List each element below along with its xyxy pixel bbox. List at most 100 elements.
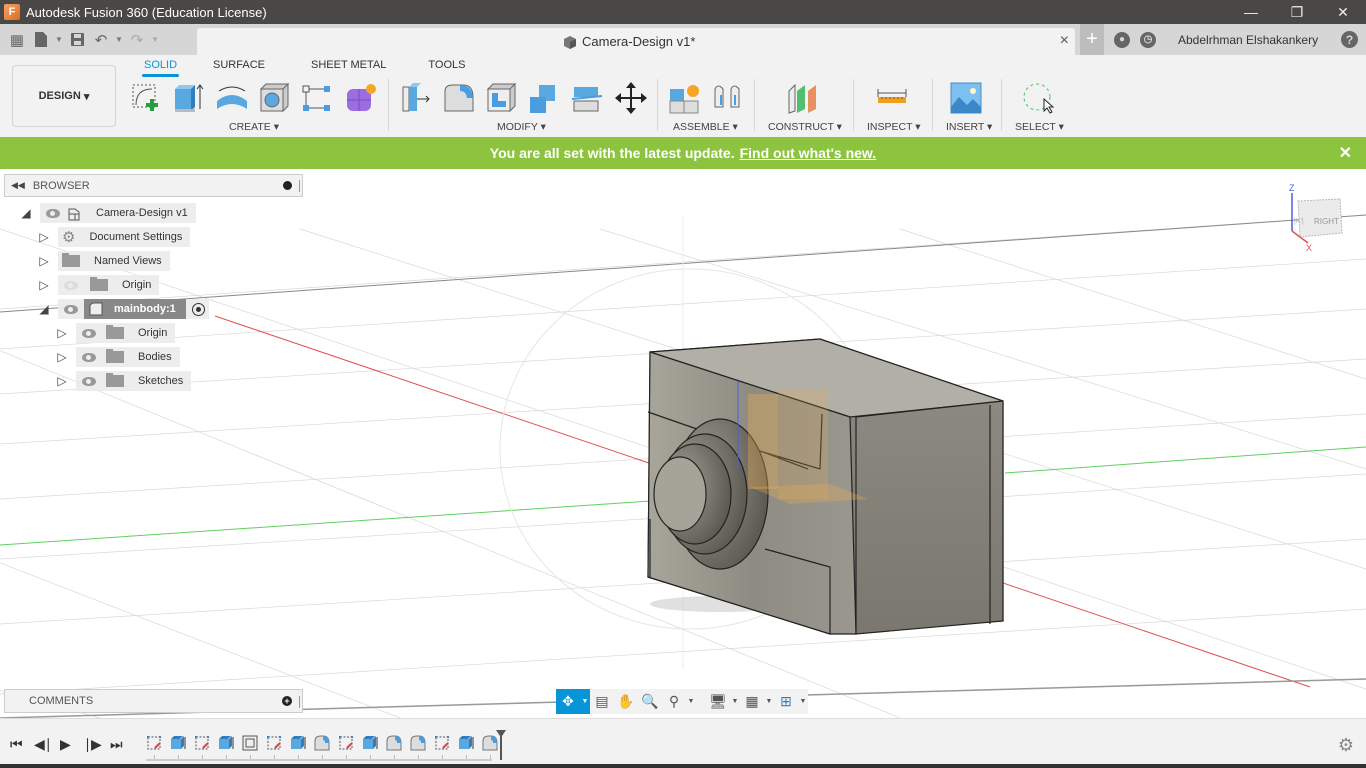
measure-icon[interactable]	[875, 81, 909, 115]
new-tab-button[interactable]: +	[1080, 24, 1104, 55]
timeline-marker[interactable]	[496, 730, 506, 760]
expanded-triangle-icon[interactable]: ◢	[20, 206, 32, 220]
insert-menu[interactable]: INSERT ▾	[946, 121, 992, 133]
undo-button[interactable]: ↶	[90, 28, 112, 52]
step-forward-icon[interactable]: ∣▶	[84, 736, 102, 753]
construct-menu[interactable]: CONSTRUCT ▾	[768, 121, 842, 133]
split-body-icon[interactable]	[570, 81, 604, 115]
tree-item-sub-origin[interactable]: ▷ Origin	[56, 323, 176, 343]
tab-surface[interactable]: SURFACE	[213, 59, 265, 75]
revolve-icon[interactable]	[215, 81, 249, 115]
shell-icon[interactable]	[485, 81, 519, 115]
job-status-icon[interactable]: ◷	[1140, 31, 1156, 48]
play-icon[interactable]: ▶	[60, 736, 71, 753]
insert-image-icon[interactable]	[949, 81, 983, 115]
orbit-dropdown-icon[interactable]: ▼	[580, 689, 590, 714]
hole-icon[interactable]	[258, 81, 292, 115]
app-grid-icon[interactable]: ▦	[6, 28, 28, 52]
fit-window-icon[interactable]: ⚲	[662, 689, 686, 714]
tab-sheet-metal[interactable]: SHEET METAL	[311, 59, 386, 75]
orbit-icon[interactable]: ✥	[556, 689, 580, 714]
save-button[interactable]	[66, 28, 88, 52]
restore-button[interactable]: ❐	[1274, 0, 1320, 24]
tree-item-origin[interactable]: ▷ Origin	[38, 275, 160, 295]
3d-canvas[interactable]	[0, 169, 1366, 718]
tab-solid[interactable]: SOLID	[141, 59, 180, 77]
timeline-feature-extrude-icon[interactable]	[170, 735, 186, 751]
timeline-feature-sketch-icon[interactable]	[194, 735, 210, 751]
step-back-icon[interactable]: ◀∣	[34, 736, 52, 753]
workspace-switcher[interactable]: DESIGN ▾	[12, 65, 116, 127]
visibility-eye-icon[interactable]	[46, 208, 60, 218]
inspect-menu[interactable]: INSPECT ▾	[867, 121, 921, 133]
timeline-feature-extrude-icon[interactable]	[218, 735, 234, 751]
grid-snaps-icon[interactable]: ▦	[740, 689, 764, 714]
tree-item-named-views[interactable]: ▷ Named Views	[38, 251, 170, 271]
timeline-feature-fillet-icon[interactable]	[410, 735, 426, 751]
joint-icon[interactable]	[711, 81, 745, 115]
tree-item-mainbody[interactable]: ◢ mainbody:1	[38, 299, 209, 319]
viewcube-right-face[interactable]: RIGHT	[1314, 217, 1339, 226]
pan-hand-icon[interactable]: ✋	[614, 689, 638, 714]
create-sketch-icon[interactable]	[130, 81, 164, 115]
tree-item-sketches[interactable]: ▷ Sketches	[56, 371, 192, 391]
viewcube[interactable]: Z X RIGHT |K'|	[1286, 183, 1356, 253]
fit-dropdown-icon[interactable]: ▼	[686, 689, 696, 714]
timeline-feature-sketch-icon[interactable]	[434, 735, 450, 751]
panel-grip[interactable]	[299, 696, 300, 708]
close-document-button[interactable]: ×	[1060, 32, 1069, 50]
modify-menu[interactable]: MODIFY ▾	[497, 121, 546, 133]
viewcube-left-face[interactable]: |K'|	[1294, 218, 1304, 225]
collapsed-triangle-icon[interactable]: ▷	[56, 350, 68, 364]
go-to-end-icon[interactable]: ⏭	[110, 736, 123, 753]
minimize-button[interactable]: —	[1228, 0, 1274, 24]
timeline-feature-extrude-icon[interactable]	[458, 735, 474, 751]
display-settings-icon[interactable]: 🖥	[706, 689, 730, 714]
select-icon[interactable]	[1020, 81, 1054, 115]
visibility-eye-icon[interactable]	[82, 352, 96, 362]
tree-item-document-settings[interactable]: ▷ ⚙ Document Settings	[38, 227, 191, 247]
press-pull-icon[interactable]	[400, 81, 434, 115]
file-dropdown-icon[interactable]: ▼	[54, 28, 64, 52]
expanded-triangle-icon[interactable]: ◢	[38, 302, 50, 316]
redo-button[interactable]: ↷	[126, 28, 148, 52]
extrude-icon[interactable]	[172, 81, 206, 115]
new-component-icon[interactable]	[668, 81, 702, 115]
create-form-icon[interactable]	[344, 81, 378, 115]
timeline-feature-fillet-icon[interactable]	[386, 735, 402, 751]
tree-item-bodies[interactable]: ▷ Bodies	[56, 347, 180, 367]
move-copy-icon[interactable]	[614, 81, 648, 115]
assemble-menu[interactable]: ASSEMBLE ▾	[673, 121, 738, 133]
collapsed-triangle-icon[interactable]: ▷	[38, 278, 50, 292]
whats-new-link[interactable]: Find out what's new.	[740, 145, 877, 161]
redo-dropdown-icon[interactable]: ▼	[150, 28, 160, 52]
timeline-feature-extrude-icon[interactable]	[290, 735, 306, 751]
hidden-eye-icon[interactable]	[64, 280, 78, 290]
collapsed-triangle-icon[interactable]: ▷	[38, 254, 50, 268]
visibility-eye-icon[interactable]	[82, 328, 96, 338]
timeline-feature-shell-icon[interactable]	[242, 735, 258, 751]
collapsed-triangle-icon[interactable]: ▷	[38, 230, 50, 244]
document-tab[interactable]: Camera-Design v1* ×	[197, 28, 1075, 55]
look-at-icon[interactable]: ▤	[590, 689, 614, 714]
undo-dropdown-icon[interactable]: ▼	[114, 28, 124, 52]
visibility-eye-icon[interactable]	[82, 376, 96, 386]
timeline-feature-sketch-icon[interactable]	[146, 735, 162, 751]
user-account[interactable]: Abdelrhman Elshakankery	[1178, 33, 1318, 47]
combine-icon[interactable]	[527, 81, 561, 115]
collapsed-triangle-icon[interactable]: ▷	[56, 326, 68, 340]
fillet-icon[interactable]	[442, 81, 476, 115]
visibility-eye-icon[interactable]	[64, 304, 78, 314]
timeline-settings-gear-icon[interactable]: ⚙	[1338, 735, 1354, 756]
timeline-feature-fillet-icon[interactable]	[314, 735, 330, 751]
tree-item-root[interactable]: ◢ Camera-Design v1	[20, 203, 196, 223]
extensions-icon[interactable]: ●	[1114, 31, 1130, 48]
offset-plane-icon[interactable]	[786, 81, 820, 115]
close-window-button[interactable]: ✕	[1320, 0, 1366, 24]
timeline-feature-extrude-icon[interactable]	[362, 735, 378, 751]
file-menu-button[interactable]	[30, 28, 52, 52]
select-menu[interactable]: SELECT ▾	[1015, 121, 1064, 133]
zoom-icon[interactable]: 🔍	[638, 689, 662, 714]
create-menu[interactable]: CREATE ▾	[229, 121, 279, 133]
panel-grip[interactable]	[299, 180, 300, 192]
